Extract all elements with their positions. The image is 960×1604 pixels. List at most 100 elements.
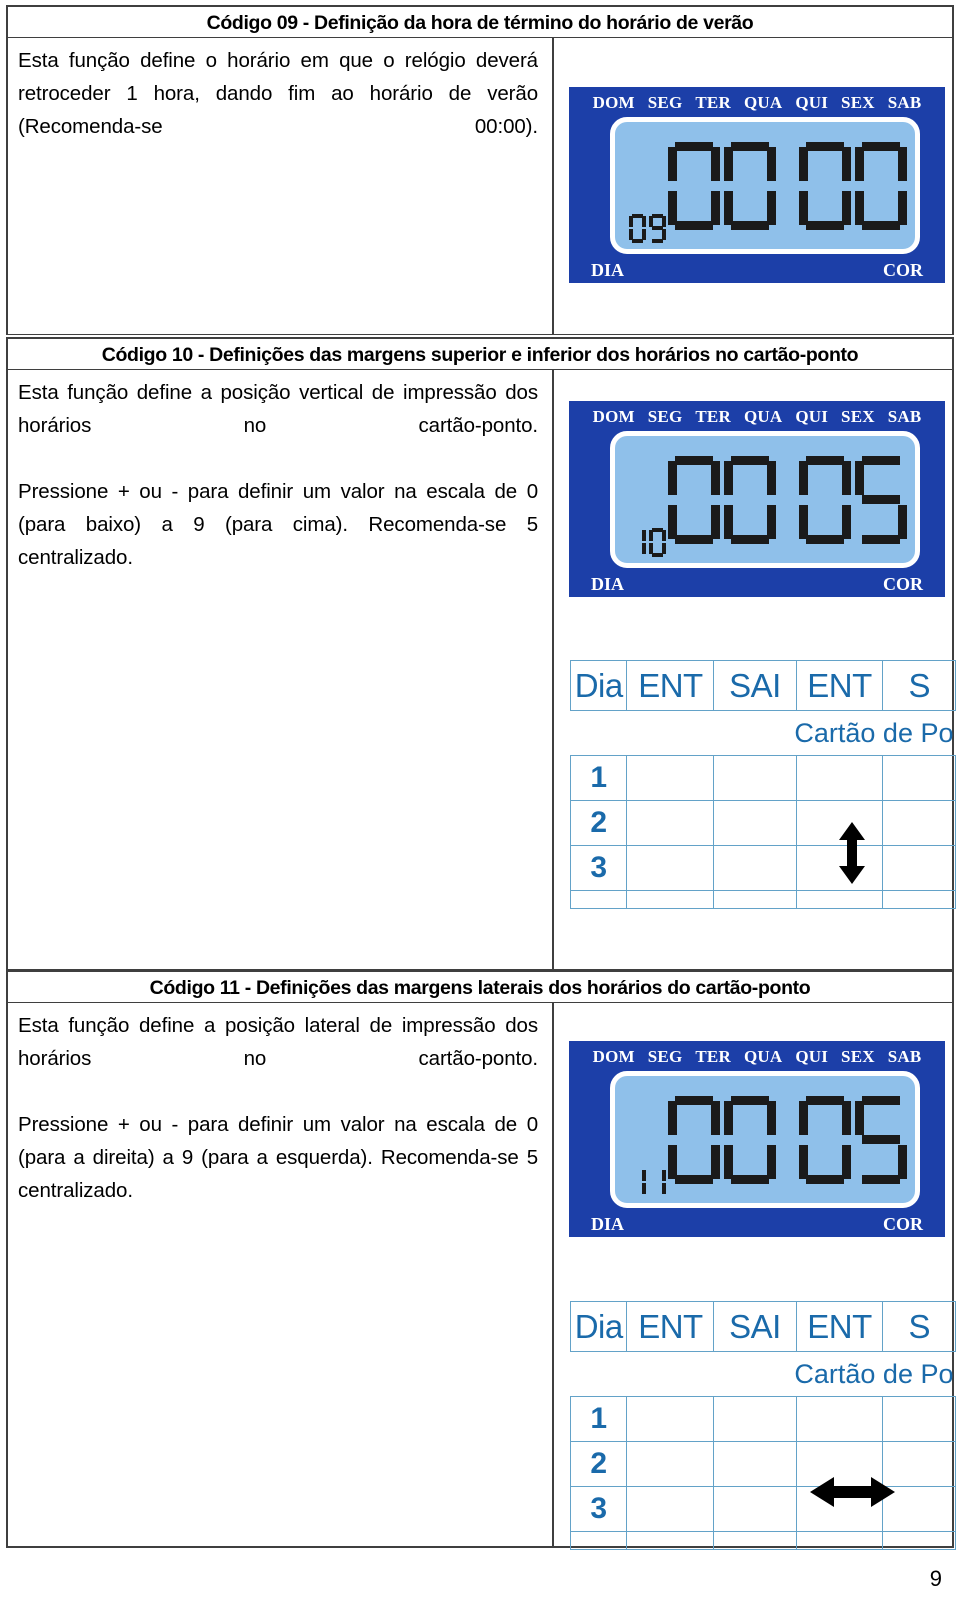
segment-e <box>799 190 808 225</box>
segment-f <box>668 146 677 181</box>
day-number-partial <box>570 890 628 909</box>
day-number: 2 <box>570 1441 628 1487</box>
segment-f <box>668 1100 677 1135</box>
section-body-codigo-10: Esta função define a posição vertical de… <box>8 370 956 970</box>
time-cell <box>626 755 715 801</box>
segment-a <box>675 141 713 151</box>
segment-d <box>675 534 713 544</box>
segment-b <box>767 146 776 181</box>
section-codigo-09: Código 09 - Definição da hora de término… <box>6 5 954 335</box>
segment-b <box>642 530 646 541</box>
segment-b <box>711 146 720 181</box>
segment-a <box>806 141 844 151</box>
segment-c <box>842 190 851 225</box>
segment-g <box>862 494 900 504</box>
day-number: 3 <box>570 845 628 891</box>
segment-b <box>842 1100 851 1135</box>
time-cell <box>882 845 956 891</box>
segment-d <box>675 1174 713 1184</box>
lcd-display-09: DOM SEG TER QUA QUI SEX SAB DIA COR <box>569 87 945 283</box>
time-cell <box>626 890 715 909</box>
lcd-time-digits <box>668 455 907 544</box>
segment-b <box>642 1170 646 1181</box>
day-number: 1 <box>570 755 628 801</box>
seven-segment-digit <box>855 455 907 544</box>
segment-f <box>799 146 808 181</box>
time-cell <box>795 1441 884 1487</box>
lcd-day-qua: QUA <box>743 407 783 426</box>
day-number: 1 <box>570 1396 628 1442</box>
lcd-day-seg: SEG <box>647 93 683 112</box>
segment-b <box>662 216 666 227</box>
time-cell <box>795 800 884 846</box>
segment-c <box>767 504 776 539</box>
segment-e <box>799 504 808 539</box>
segment-f <box>629 216 633 227</box>
time-cell <box>626 1396 715 1442</box>
section-header-codigo-11: Código 11 - Definições das margens later… <box>8 970 952 1003</box>
lcd-weekday-row: DOM SEG TER QUA QUI SEX SAB <box>569 1047 945 1067</box>
table-row: 1 <box>570 1396 956 1442</box>
seven-segment-digit <box>668 1095 720 1184</box>
segment-f <box>649 530 653 541</box>
lcd-screen <box>610 1071 920 1208</box>
time-cell <box>626 845 715 891</box>
segment-e <box>629 229 633 240</box>
segment-e <box>724 190 733 225</box>
segment-a <box>806 1095 844 1105</box>
description-paragraph: Esta função define o horário em que o re… <box>18 49 538 138</box>
time-cell <box>626 800 715 846</box>
table-row: 3 <box>570 1486 956 1532</box>
card-subtitle: Cartão de Po <box>570 1351 956 1397</box>
segment-f <box>724 460 733 495</box>
segment-f <box>649 216 653 227</box>
lcd-code-digits <box>629 214 666 243</box>
segment-e <box>724 504 733 539</box>
table-subtitle-row: Cartão de Po <box>570 1351 956 1397</box>
instruction-paragraph: Pressione + ou - para definir um valor n… <box>18 480 538 569</box>
table-row: 2 <box>570 1441 956 1487</box>
lcd-day-sab: SAB <box>887 93 922 112</box>
lcd-day-ter: TER <box>695 1047 731 1066</box>
column-divider <box>552 1003 554 1546</box>
segment-d <box>806 220 844 230</box>
segment-f <box>799 1100 808 1135</box>
lcd-day-dom: DOM <box>592 407 635 426</box>
lcd-label-cor: COR <box>883 1214 923 1234</box>
instruction-paragraph: Pressione + ou - para definir um valor n… <box>18 1113 538 1202</box>
segment-c <box>711 1144 720 1179</box>
segment-c <box>662 229 666 240</box>
description-column-09: Esta função define o horário em que o re… <box>8 38 548 176</box>
description-column-11: Esta função define a posição lateral de … <box>8 1003 548 1240</box>
lcd-day-ter: TER <box>695 93 731 112</box>
table-row: 1 <box>570 755 956 801</box>
segment-c <box>642 543 646 554</box>
segment-c <box>662 543 666 554</box>
seven-segment-digit <box>855 141 907 230</box>
segment-a <box>862 455 900 465</box>
segment-a <box>731 141 769 151</box>
time-cell <box>795 845 884 891</box>
segment-c <box>898 504 907 539</box>
segment-f <box>724 146 733 181</box>
section-body-codigo-11: Esta função define a posição lateral de … <box>8 1003 956 1550</box>
segment-b <box>711 1100 720 1135</box>
seven-segment-digit <box>629 528 646 557</box>
lcd-day-dom: DOM <box>592 1047 635 1066</box>
seven-segment-digit <box>668 141 720 230</box>
lcd-screen <box>610 431 920 568</box>
segment-b <box>767 460 776 495</box>
time-cell <box>626 1531 715 1550</box>
time-cell <box>795 1486 884 1532</box>
lcd-day-ter: TER <box>695 407 731 426</box>
segment-c <box>711 504 720 539</box>
segment-d <box>806 534 844 544</box>
seven-segment-digit <box>799 1095 851 1184</box>
lcd-label-dia: DIA <box>591 574 625 594</box>
time-cell <box>795 1531 884 1550</box>
time-cell <box>882 890 956 909</box>
time-cell <box>882 755 956 801</box>
segment-d <box>731 220 769 230</box>
col-header-ent-2: ENT <box>795 660 884 711</box>
seven-segment-digit <box>724 455 776 544</box>
